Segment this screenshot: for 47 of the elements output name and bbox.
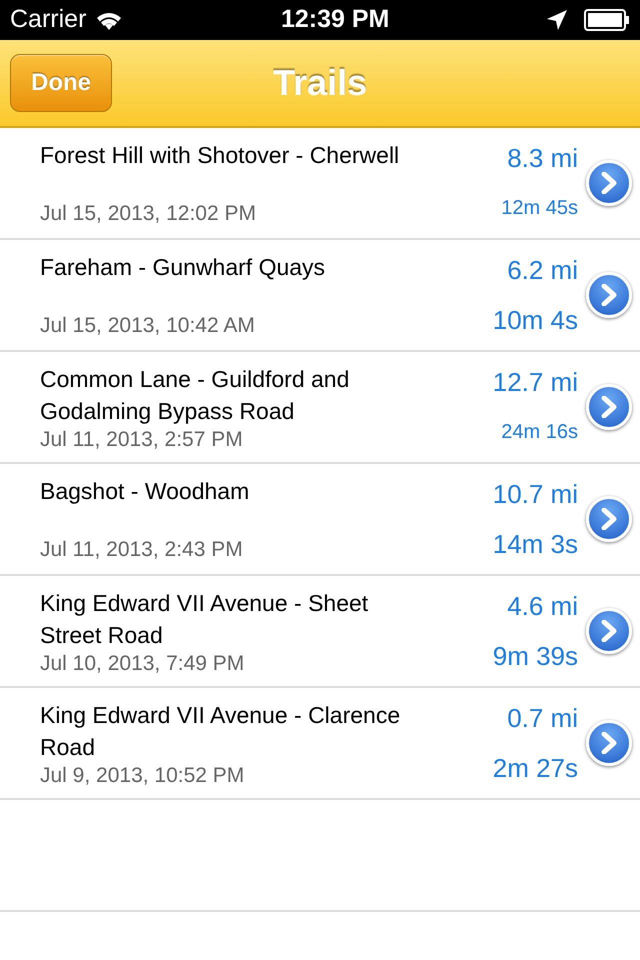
disclosure-button[interactable] [586, 496, 632, 542]
distance-label: 4.6 mi [507, 591, 578, 621]
duration-label: 9m 39s [492, 641, 578, 671]
chevron-right-icon [599, 172, 619, 194]
chevron-right-icon [599, 732, 619, 754]
duration-label: 14m 3s [492, 529, 578, 559]
chevron-right-icon [599, 396, 619, 418]
trail-date: Jul 11, 2013, 2:43 PM [40, 537, 244, 563]
trail-row[interactable]: King Edward VII Avenue - Sheet Street Road Jul 10, 2013, 7:49 PM 4.6 mi 9m 39s [0, 576, 640, 688]
chevron-right-icon [599, 620, 619, 642]
distance-label: 6.2 mi [507, 255, 578, 285]
clock-label: 12:39 PM [281, 4, 390, 36]
trail-title: Common Lane - Guildford and Godalming Bypass Road [40, 365, 350, 426]
nav-title: Trails [272, 61, 368, 105]
duration-label: 2m 27s [492, 753, 578, 783]
distance-label: 8.3 mi [507, 143, 578, 173]
trail-date: Jul 9, 2013, 10:52 PM [40, 763, 246, 789]
location-arrow-icon [546, 9, 568, 31]
trail-title: Fareham - Gunwharf Quays [40, 253, 326, 282]
duration-label: 24m 16s [501, 420, 578, 445]
trail-row[interactable]: Bagshot - Woodham Jul 11, 2013, 2:43 PM 10.7 mi 14m 3s [0, 464, 640, 576]
duration-label: 12m 45s [501, 196, 578, 221]
disclosure-button[interactable] [586, 272, 632, 318]
distance-label: 12.7 mi [492, 367, 578, 397]
trail-title: King Edward VII Avenue - Clarence Road [40, 701, 402, 762]
trail-date: Jul 10, 2013, 7:49 PM [40, 651, 246, 677]
carrier-label: Carrier [10, 4, 86, 36]
distance-label: 0.7 mi [507, 703, 578, 733]
battery-icon [584, 9, 630, 31]
trail-title: Forest Hill with Shotover - Cherwell [40, 141, 400, 170]
distance-label: 10.7 mi [492, 479, 578, 509]
chevron-right-icon [599, 284, 619, 306]
trail-title: Bagshot - Woodham [40, 477, 250, 506]
trail-row[interactable]: Common Lane - Guildford and Godalming Bypass Road Jul 11, 2013, 2:57 PM 12.7 mi 24m 16s [0, 352, 640, 464]
trail-date: Jul 15, 2013, 12:02 PM [40, 201, 257, 227]
disclosure-button[interactable] [586, 720, 632, 766]
trail-title: King Edward VII Avenue - Sheet Street Road [40, 589, 370, 650]
trail-row[interactable]: Forest Hill with Shotover - Cherwell Jul 15, 2013, 12:02 PM 8.3 mi 12m 45s [0, 128, 640, 240]
trail-row[interactable]: Fareham - Gunwharf Quays Jul 15, 2013, 10:42 AM 6.2 mi 10m 4s [0, 240, 640, 352]
disclosure-button[interactable] [586, 384, 632, 430]
disclosure-button[interactable] [586, 160, 632, 206]
trail-row[interactable]: King Edward VII Avenue - Clarence Road Jul 9, 2013, 10:52 PM 0.7 mi 2m 27s [0, 688, 640, 800]
disclosure-button[interactable] [586, 608, 632, 654]
trail-date: Jul 15, 2013, 10:42 AM [40, 313, 256, 339]
chevron-right-icon [599, 508, 619, 530]
duration-label: 10m 4s [492, 305, 578, 335]
trail-date: Jul 11, 2013, 2:57 PM [40, 427, 244, 453]
